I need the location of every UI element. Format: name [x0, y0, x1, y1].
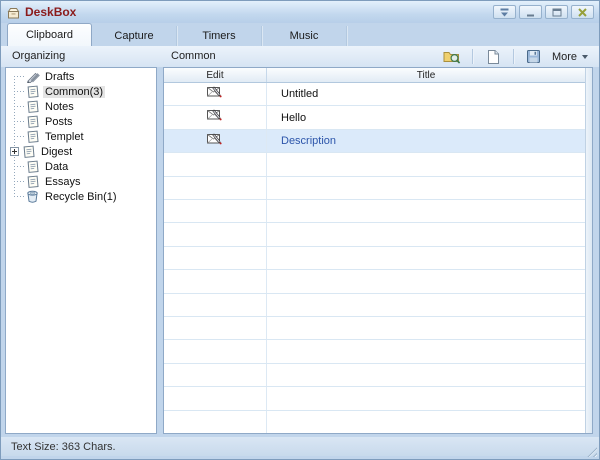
notes-table: Edit Title — [163, 67, 593, 434]
deskbox-app-icon[interactable] — [6, 5, 22, 19]
search-folder-button[interactable] — [438, 47, 466, 66]
sidebar-item-label: Templet — [43, 131, 86, 143]
note-icon — [25, 175, 40, 188]
sidebar-item-common[interactable]: Common(3) — [6, 84, 156, 99]
table-row-empty — [164, 200, 585, 223]
sidebar-item-label: Data — [43, 161, 70, 173]
more-label: More — [552, 51, 577, 63]
note-icon — [21, 145, 36, 158]
window-controls — [490, 5, 594, 19]
sidebar-item-posts[interactable]: Posts — [6, 114, 156, 129]
sidebar-item-label: Essays — [43, 176, 82, 188]
expand-plus-icon[interactable] — [10, 147, 19, 156]
tab-capture[interactable]: Capture — [92, 26, 177, 46]
chevron-down-icon — [582, 55, 588, 59]
titlebar[interactable]: DeskBox — [1, 1, 599, 23]
statusbar: Text Size: 363 Chars. — [1, 437, 599, 456]
sidebar-item-templet[interactable]: Templet — [6, 129, 156, 144]
toolbar-separator — [472, 49, 473, 64]
new-note-button[interactable] — [479, 47, 507, 66]
edit-note-icon[interactable] — [207, 108, 223, 127]
folder-search-icon — [443, 49, 461, 64]
table-row-empty — [164, 340, 585, 363]
note-icon — [25, 100, 40, 113]
table-row[interactable]: Untitled — [164, 83, 585, 106]
header-strip: Organizing Common — [1, 46, 599, 67]
close-icon — [578, 8, 587, 17]
save-icon — [527, 50, 540, 63]
table-row-empty — [164, 364, 585, 387]
note-title[interactable]: Untitled — [267, 83, 585, 105]
sidebar-item-label: Recycle Bin(1) — [43, 191, 119, 203]
note-title[interactable]: Hello — [267, 106, 585, 128]
note-icon — [25, 115, 40, 128]
sidebar-header: Organizing — [12, 46, 65, 67]
sidebar-item-label: Drafts — [43, 71, 76, 83]
status-text: Text Size: 363 Chars. — [11, 441, 116, 453]
minimize-icon — [526, 8, 535, 17]
table-row-empty — [164, 387, 585, 410]
table-row-empty — [164, 177, 585, 200]
table-row-empty — [164, 270, 585, 293]
table-row-empty — [164, 153, 585, 176]
toolbar-separator — [513, 49, 514, 64]
sidebar-item-drafts[interactable]: Drafts — [6, 69, 156, 84]
tab-timers[interactable]: Timers — [177, 26, 262, 46]
folder-tree: Drafts Common(3) — [6, 68, 156, 204]
column-header-title[interactable]: Title — [267, 68, 585, 82]
table-body: Untitled — [164, 83, 585, 433]
note-icon — [25, 160, 40, 173]
tabstrip: Clipboard Capture Timers Music — [1, 23, 599, 46]
tab-clipboard[interactable]: Clipboard — [7, 23, 92, 46]
close-button[interactable] — [571, 5, 594, 19]
deskbox-window: DeskBox — [0, 0, 600, 460]
sidebar-item-label: Posts — [43, 116, 75, 128]
sidebar-item-label: Digest — [39, 146, 74, 158]
rollup-icon — [500, 8, 509, 17]
maximize-button[interactable] — [545, 5, 568, 19]
table-row[interactable]: Description — [164, 130, 585, 153]
table-row-empty — [164, 294, 585, 317]
sidebar-item-data[interactable]: Data — [6, 159, 156, 174]
table-row-empty — [164, 247, 585, 270]
save-button[interactable] — [520, 47, 548, 66]
table-row-empty — [164, 223, 585, 246]
table-scrollbar[interactable] — [585, 68, 592, 433]
table-row-empty — [164, 317, 585, 340]
minimize-button[interactable] — [519, 5, 542, 19]
note-icon — [25, 130, 40, 143]
sidebar-item-label: Notes — [43, 101, 76, 113]
more-button[interactable]: More — [548, 47, 592, 66]
edit-note-icon[interactable] — [207, 132, 223, 151]
maximize-icon — [552, 8, 562, 17]
table-header: Edit Title — [164, 68, 585, 83]
sidebar-item-essays[interactable]: Essays — [6, 174, 156, 189]
new-document-icon — [487, 50, 499, 64]
sidebar-item-notes[interactable]: Notes — [6, 99, 156, 114]
sidebar-item-recycle-bin[interactable]: Recycle Bin(1) — [6, 189, 156, 204]
folder-header: Common — [171, 46, 216, 67]
column-header-edit[interactable]: Edit — [164, 68, 267, 82]
note-title[interactable]: Description — [267, 130, 585, 152]
sidebar-item-digest[interactable]: Digest — [6, 144, 156, 159]
rollup-button[interactable] — [493, 5, 516, 19]
sidebar-item-label: Common(3) — [43, 86, 105, 98]
sidebar-panel: Drafts Common(3) — [5, 67, 157, 434]
table-row-empty — [164, 411, 585, 433]
toolbar: More — [438, 46, 592, 67]
note-icon — [25, 85, 40, 98]
edit-note-icon[interactable] — [207, 85, 223, 104]
tab-music[interactable]: Music — [262, 26, 347, 46]
recycle-bin-icon — [25, 190, 40, 203]
window-title: DeskBox — [25, 5, 76, 19]
table-row[interactable]: Hello — [164, 106, 585, 129]
pen-icon — [25, 71, 40, 83]
